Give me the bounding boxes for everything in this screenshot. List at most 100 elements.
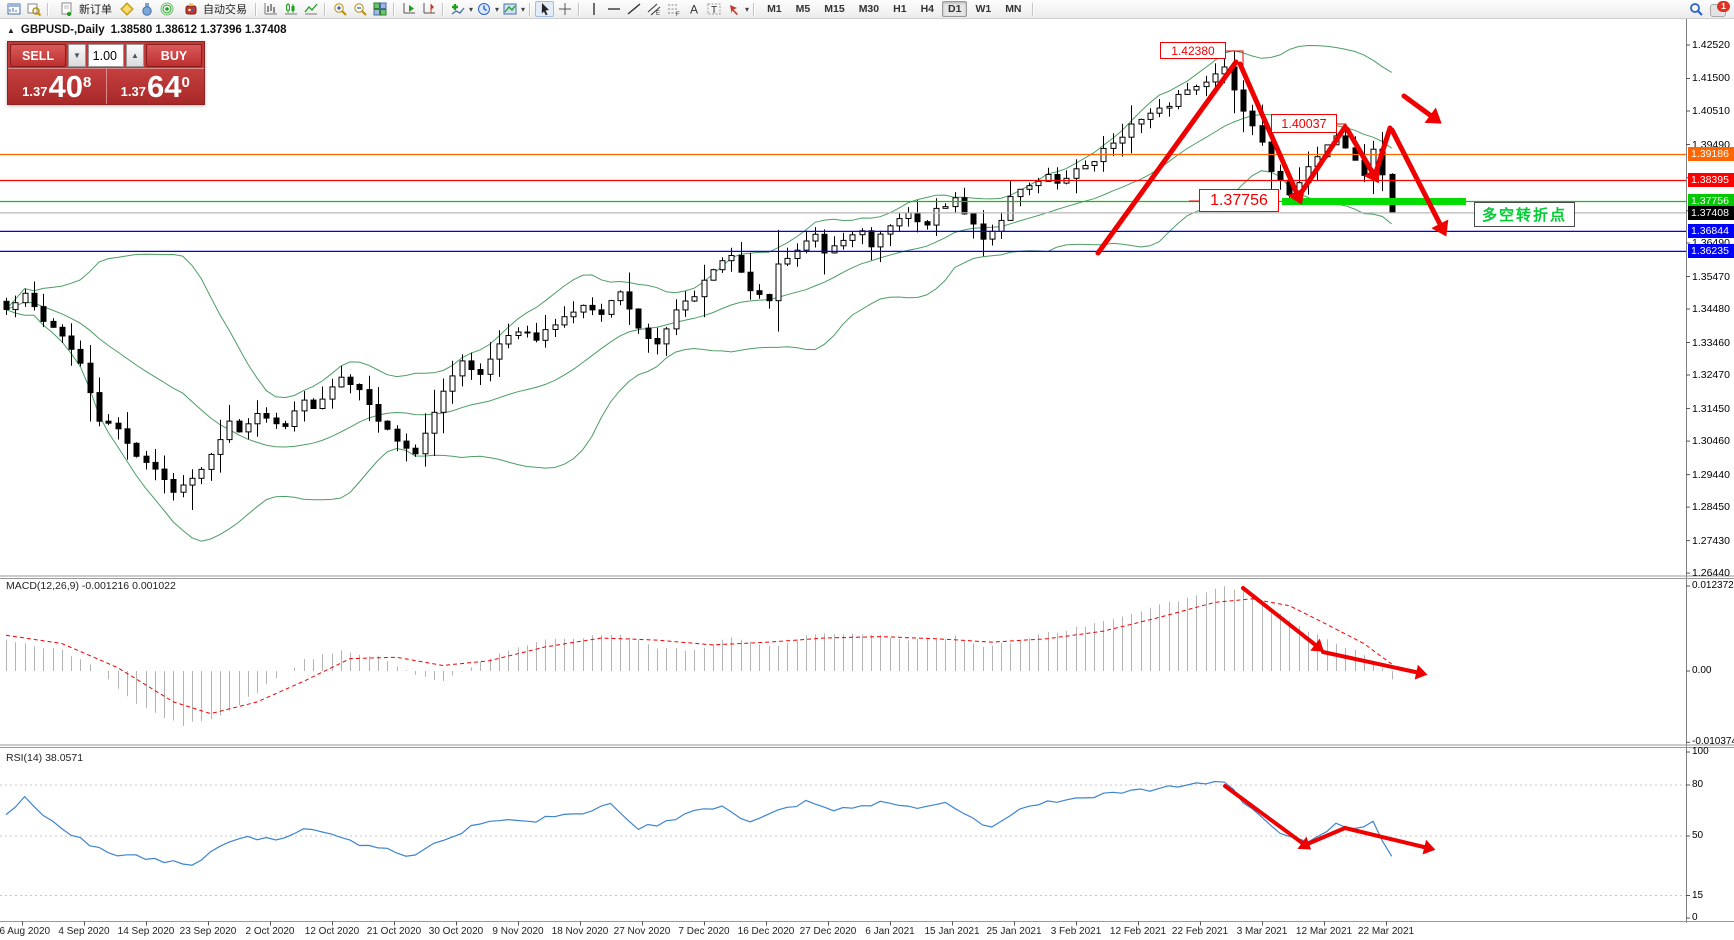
sell-price[interactable]: 1.37 40 8 bbox=[8, 69, 107, 104]
candle bbox=[106, 421, 111, 423]
bollinger-band-line bbox=[6, 115, 1392, 448]
date-axis-label: 3 Mar 2021 bbox=[1237, 926, 1288, 937]
candle bbox=[1250, 111, 1255, 126]
candle bbox=[357, 385, 362, 390]
candle bbox=[1074, 169, 1079, 179]
sell-price-point: 8 bbox=[83, 74, 91, 91]
candle bbox=[804, 241, 809, 250]
candle bbox=[618, 292, 623, 301]
rsi-axis-tick: 80 bbox=[1692, 779, 1703, 791]
volume-input[interactable]: 1.00 bbox=[88, 44, 124, 67]
candle bbox=[748, 272, 753, 291]
chart-header: ▲ GBPUSD-,Daily 1.38580 1.38612 1.37396 … bbox=[7, 24, 287, 36]
support-zone-bar[interactable] bbox=[1282, 198, 1466, 205]
candle bbox=[60, 327, 65, 336]
candle bbox=[246, 424, 251, 432]
sell-button[interactable]: SELL bbox=[10, 44, 66, 67]
mt4-window: 新订单 自动交易 ▾ ▾ ▾ E F A T ▾ bbox=[0, 0, 1734, 940]
candle bbox=[274, 418, 279, 424]
candle bbox=[1260, 126, 1265, 142]
candle bbox=[348, 377, 353, 384]
date-axis-label: 2 Oct 2020 bbox=[246, 926, 295, 937]
candle bbox=[627, 292, 632, 309]
date-axis-label: 27 Nov 2020 bbox=[614, 926, 671, 937]
turning-point-note[interactable]: 多空转折点 bbox=[1474, 202, 1575, 227]
candle bbox=[1194, 87, 1199, 91]
candle bbox=[888, 226, 893, 234]
candle bbox=[869, 231, 874, 247]
candle bbox=[69, 336, 74, 349]
date-axis-label: 26 Aug 2020 bbox=[0, 926, 50, 937]
trend-arrow[interactable] bbox=[1404, 96, 1434, 118]
price-axis-tick: 1.35470 bbox=[1692, 271, 1730, 283]
candle bbox=[1129, 124, 1134, 137]
candle bbox=[720, 261, 725, 270]
candle bbox=[897, 219, 902, 226]
main-pane[interactable] bbox=[0, 46, 1686, 542]
candle bbox=[13, 303, 18, 310]
candle bbox=[41, 307, 46, 322]
rsi-indicator-label: RSI(14) 38.0571 bbox=[6, 752, 83, 764]
ohlc-readout: 1.38580 1.38612 1.37396 1.37408 bbox=[111, 24, 287, 36]
candle bbox=[144, 456, 149, 462]
candle bbox=[599, 310, 604, 315]
trend-arrow[interactable] bbox=[1323, 652, 1420, 673]
candle bbox=[1167, 106, 1172, 108]
candle bbox=[702, 280, 707, 297]
price-axis-tick: 1.32470 bbox=[1692, 369, 1730, 381]
candle bbox=[516, 332, 521, 336]
candle bbox=[1148, 113, 1153, 119]
buy-button[interactable]: BUY bbox=[146, 44, 202, 67]
candle bbox=[292, 411, 297, 427]
candle bbox=[4, 301, 9, 309]
date-axis-label: 14 Sep 2020 bbox=[118, 926, 175, 937]
price-axis-tick: 1.30460 bbox=[1692, 435, 1730, 447]
trend-arrow-head bbox=[1423, 840, 1436, 855]
candle bbox=[813, 234, 818, 241]
date-axis-label: 23 Sep 2020 bbox=[180, 926, 237, 937]
trend-arrow[interactable] bbox=[1301, 127, 1345, 193]
candle bbox=[134, 443, 139, 456]
rsi-axis-tick: 0 bbox=[1692, 912, 1698, 924]
price-callout-support[interactable]: 1.37756 bbox=[1199, 189, 1279, 212]
price-callout-high[interactable]: 1.42380 bbox=[1160, 42, 1226, 59]
candle bbox=[906, 213, 911, 219]
collapse-panel-icon[interactable]: ▲ bbox=[7, 26, 15, 35]
rsi-axis-tick: 100 bbox=[1692, 746, 1709, 758]
candle bbox=[934, 208, 939, 225]
candle bbox=[553, 325, 558, 330]
candle bbox=[1139, 119, 1144, 124]
candle bbox=[1278, 171, 1283, 180]
candle bbox=[1241, 90, 1246, 111]
candle bbox=[330, 387, 335, 399]
candle bbox=[339, 377, 344, 387]
candle bbox=[497, 344, 502, 359]
price-marker-1.36235: 1.36235 bbox=[1688, 244, 1734, 258]
macd-pane[interactable] bbox=[6, 586, 1427, 726]
candle bbox=[1120, 137, 1125, 143]
sell-price-pips: 40 bbox=[48, 70, 82, 103]
volume-decrement-button[interactable]: ▼ bbox=[68, 44, 86, 67]
candle bbox=[925, 222, 930, 225]
candle bbox=[562, 317, 567, 325]
rsi-pane[interactable] bbox=[0, 782, 1686, 896]
price-callout-bounce[interactable]: 1.40037 bbox=[1271, 114, 1337, 133]
candle bbox=[190, 478, 195, 485]
candle bbox=[116, 423, 121, 429]
trend-arrow[interactable] bbox=[1098, 62, 1236, 253]
volume-increment-button[interactable]: ▲ bbox=[126, 44, 144, 67]
candle bbox=[609, 301, 614, 315]
price-axis-tick: 1.27430 bbox=[1692, 535, 1730, 547]
bollinger-band-line bbox=[6, 46, 1392, 398]
candle bbox=[664, 329, 669, 344]
candle bbox=[1204, 82, 1209, 87]
candle bbox=[488, 359, 493, 374]
buy-price[interactable]: 1.37 64 0 bbox=[107, 69, 205, 104]
trend-arrow[interactable] bbox=[1345, 828, 1428, 848]
candle bbox=[525, 332, 530, 333]
price-marker-1.37408: 1.37408 bbox=[1688, 206, 1734, 220]
chart-canvas[interactable] bbox=[0, 0, 1734, 940]
price-axis-tick: 1.40510 bbox=[1692, 105, 1730, 117]
date-axis-label: 3 Feb 2021 bbox=[1051, 926, 1102, 937]
date-axis-label: 15 Jan 2021 bbox=[924, 926, 979, 937]
